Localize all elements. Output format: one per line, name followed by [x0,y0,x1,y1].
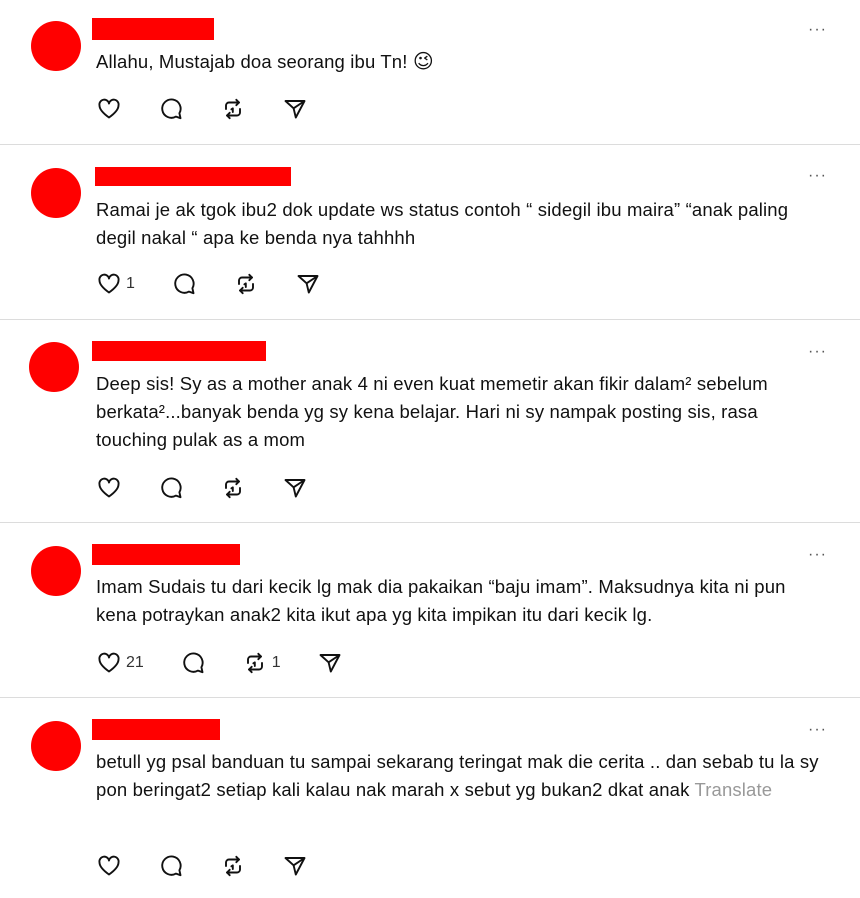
share-button[interactable] [282,475,308,501]
comment-icon [183,652,204,674]
comment-icon [161,855,182,877]
reply-button[interactable] [158,475,184,501]
like-button[interactable] [96,475,122,501]
divider [0,319,860,320]
comment-text: Ramai je ak tgok ibu2 dok update ws stat… [96,199,789,248]
action-bar [96,475,344,501]
action-bar: 21 1 [96,650,379,676]
repost-button[interactable] [220,96,246,122]
like-button[interactable]: 21 [96,650,144,676]
more-options-button[interactable]: ··· [808,22,827,38]
translate-link[interactable]: Translate [694,779,772,800]
reply-button[interactable] [171,271,197,297]
more-options-button[interactable]: ··· [808,722,827,738]
share-icon [284,479,306,498]
comment-text: Deep sis! Sy as a mother anak 4 ni even … [96,373,768,450]
comment-icon [174,273,195,295]
repost-icon [225,98,241,120]
repost-button[interactable] [233,271,259,297]
avatar[interactable] [31,168,81,218]
share-icon [284,857,306,876]
heart-icon [98,652,120,673]
share-button[interactable] [317,650,343,676]
comment-icon [161,477,182,499]
repost-button[interactable]: 1 [242,650,281,676]
action-bar [96,96,344,122]
divider [0,522,860,523]
more-options-button[interactable]: ··· [808,168,827,184]
comment-icon [161,98,182,120]
repost-button[interactable] [220,475,246,501]
repost-button[interactable] [220,853,246,879]
repost-icon [225,855,241,877]
heart-icon [98,273,120,294]
avatar[interactable] [29,342,79,392]
action-bar [96,853,344,879]
avatar[interactable] [31,21,81,71]
repost-icon [237,273,254,295]
redacted-username[interactable] [92,719,220,740]
share-button[interactable] [295,271,321,297]
repost-icon [246,652,263,674]
share-button[interactable] [282,853,308,879]
redacted-username[interactable] [92,544,240,565]
share-icon [297,275,319,294]
comment-text: betull yg psal banduan tu sampai sekaran… [96,751,819,800]
comment-text: Imam Sudais tu dari kecik lg mak dia pak… [96,576,786,625]
redacted-username[interactable] [92,341,266,361]
reply-button[interactable] [158,96,184,122]
divider [0,144,860,145]
repost-icon [225,477,241,499]
like-button[interactable]: 1 [96,271,135,297]
like-button[interactable] [96,853,122,879]
repost-count: 1 [271,654,281,671]
heart-icon [98,855,120,876]
redacted-username[interactable] [92,18,214,40]
more-options-button[interactable]: ··· [808,344,827,360]
divider [0,697,860,698]
reply-button[interactable] [158,853,184,879]
like-count: 21 [126,654,144,671]
like-button[interactable] [96,96,122,122]
more-options-button[interactable]: ··· [808,547,827,563]
avatar[interactable] [31,546,81,596]
winking-face-emoji-icon: 😉 [412,51,434,73]
heart-icon [98,98,120,119]
heart-icon [98,477,120,498]
action-bar: 1 [96,271,357,297]
like-count: 1 [126,275,135,292]
comment-text: Allahu, Mustajab doa seorang ibu Tn! 😉 [96,51,434,73]
redacted-username[interactable] [95,167,291,186]
share-icon [319,654,341,673]
share-button[interactable] [282,96,308,122]
avatar[interactable] [31,721,81,771]
share-icon [284,100,306,119]
reply-button[interactable] [180,650,206,676]
